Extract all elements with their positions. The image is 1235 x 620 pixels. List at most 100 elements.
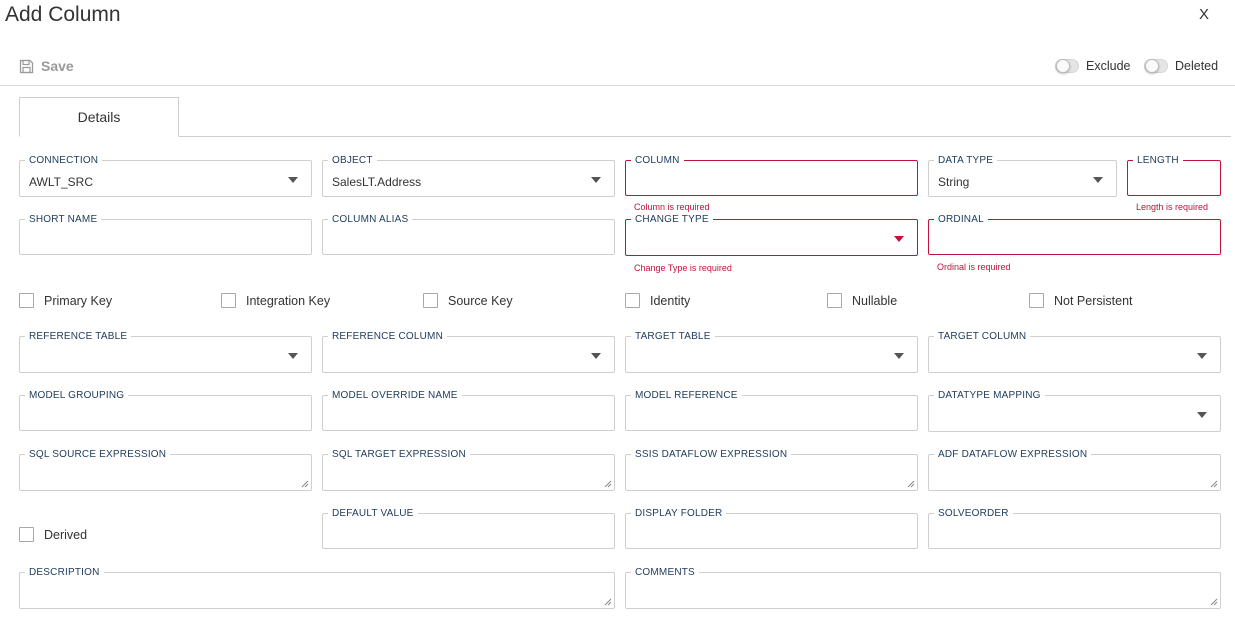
- column-alias-input[interactable]: COLUMN ALIAS: [322, 214, 615, 255]
- checkbox-label: Nullable: [852, 293, 898, 308]
- derived-checkbox[interactable]: Derived: [19, 527, 87, 542]
- resize-grip-icon[interactable]: [907, 480, 915, 488]
- checkbox-label: Not Persistent: [1054, 293, 1133, 308]
- resize-grip-icon[interactable]: [301, 480, 309, 488]
- change-type-error: Change Type is required: [634, 263, 732, 273]
- dialog-title: Add Column: [5, 3, 121, 26]
- field-label: ADF DATAFLOW EXPRESSION: [934, 449, 1092, 460]
- field-label: DEFAULT VALUE: [328, 508, 418, 519]
- model-override-name-input[interactable]: MODEL OVERRIDE NAME: [322, 390, 615, 431]
- target-column-select[interactable]: TARGET COLUMN: [928, 331, 1221, 373]
- description-textarea[interactable]: DESCRIPTION: [19, 567, 615, 609]
- column-error: Column is required: [634, 202, 710, 212]
- chevron-down-icon: [894, 236, 904, 242]
- field-label: MODEL REFERENCE: [631, 390, 742, 401]
- default-value-input[interactable]: DEFAULT VALUE: [322, 508, 615, 549]
- field-label: MODEL OVERRIDE NAME: [328, 390, 462, 401]
- field-label: ORDINAL: [934, 214, 988, 225]
- adf-dataflow-expression-textarea[interactable]: ADF DATAFLOW EXPRESSION: [928, 449, 1221, 491]
- solveorder-input[interactable]: SOLVEORDER: [928, 508, 1221, 549]
- checkbox-label: Source Key: [448, 293, 513, 308]
- field-label: DISPLAY FOLDER: [631, 508, 727, 519]
- checkbox-label: Integration Key: [246, 293, 331, 308]
- model-grouping-input[interactable]: MODEL GROUPING: [19, 390, 312, 431]
- field-value: SalesLT.Address: [332, 175, 422, 189]
- toolbar-divider: [0, 85, 1235, 86]
- field-label: REFERENCE COLUMN: [328, 331, 447, 342]
- primary-key-checkbox[interactable]: Primary Key: [19, 293, 112, 308]
- chevron-down-icon: [591, 353, 601, 359]
- change-type-select[interactable]: CHANGE TYPE: [625, 214, 918, 256]
- tab-details[interactable]: Details: [19, 97, 179, 137]
- field-value: AWLT_SRC: [29, 175, 94, 189]
- nullable-checkbox[interactable]: Nullable: [827, 293, 897, 308]
- checkbox-box[interactable]: [423, 293, 438, 308]
- source-key-checkbox[interactable]: Source Key: [423, 293, 513, 308]
- deleted-label: Deleted: [1175, 59, 1219, 73]
- ordinal-input[interactable]: ORDINAL: [928, 214, 1221, 255]
- resize-grip-icon[interactable]: [1210, 598, 1218, 606]
- model-reference-input[interactable]: MODEL REFERENCE: [625, 390, 918, 431]
- field-label: COLUMN ALIAS: [328, 214, 413, 225]
- field-label: MODEL GROUPING: [25, 390, 129, 401]
- field-label: SQL TARGET EXPRESSION: [328, 449, 470, 460]
- target-table-select[interactable]: TARGET TABLE: [625, 331, 918, 373]
- chevron-down-icon: [591, 177, 601, 183]
- save-label: Save: [41, 58, 74, 74]
- chevron-down-icon: [288, 177, 298, 183]
- display-folder-input[interactable]: DISPLAY FOLDER: [625, 508, 918, 549]
- data-type-select[interactable]: DATA TYPE String: [928, 155, 1117, 197]
- field-label: SQL SOURCE EXPRESSION: [25, 449, 171, 460]
- integration-key-checkbox[interactable]: Integration Key: [221, 293, 330, 308]
- checkbox-box[interactable]: [221, 293, 236, 308]
- ordinal-error: Ordinal is required: [937, 262, 1011, 272]
- identity-checkbox[interactable]: Identity: [625, 293, 690, 308]
- field-label: COLUMN: [631, 155, 684, 166]
- resize-grip-icon[interactable]: [604, 480, 612, 488]
- field-label: SOLVEORDER: [934, 508, 1013, 519]
- resize-grip-icon[interactable]: [1210, 480, 1218, 488]
- checkbox-label: Primary Key: [44, 293, 113, 308]
- chevron-down-icon: [288, 353, 298, 359]
- comments-textarea[interactable]: COMMENTS: [625, 567, 1221, 609]
- resize-grip-icon[interactable]: [604, 598, 612, 606]
- checkbox-box[interactable]: [625, 293, 640, 308]
- checkbox-box[interactable]: [19, 527, 34, 542]
- object-select[interactable]: OBJECT SalesLT.Address: [322, 155, 615, 197]
- field-label: OBJECT: [328, 155, 377, 166]
- chevron-down-icon: [1197, 412, 1207, 418]
- sql-source-expression-textarea[interactable]: SQL SOURCE EXPRESSION: [19, 449, 312, 491]
- exclude-label: Exclude: [1086, 59, 1131, 73]
- toggle-knob: [1056, 59, 1070, 73]
- not-persistent-checkbox[interactable]: Not Persistent: [1029, 293, 1133, 308]
- length-input[interactable]: LENGTH: [1127, 155, 1221, 196]
- column-input[interactable]: COLUMN: [625, 155, 918, 196]
- save-button[interactable]: Save: [19, 58, 74, 74]
- tab-bar: Details: [19, 97, 1231, 137]
- checkbox-box[interactable]: [827, 293, 842, 308]
- connection-select[interactable]: CONNECTION AWLT_SRC: [19, 155, 312, 197]
- checkbox-label: Identity: [650, 293, 691, 308]
- field-label: SHORT NAME: [25, 214, 102, 225]
- reference-table-select[interactable]: REFERENCE TABLE: [19, 331, 312, 373]
- sql-target-expression-textarea[interactable]: SQL TARGET EXPRESSION: [322, 449, 615, 491]
- field-label: COMMENTS: [631, 567, 699, 578]
- close-button[interactable]: X: [1199, 6, 1209, 23]
- reference-column-select[interactable]: REFERENCE COLUMN: [322, 331, 615, 373]
- datatype-mapping-select[interactable]: DATATYPE MAPPING: [928, 390, 1221, 432]
- field-label: CONNECTION: [25, 155, 103, 166]
- field-label: TARGET TABLE: [631, 331, 715, 342]
- field-label: TARGET COLUMN: [934, 331, 1031, 342]
- exclude-toggle[interactable]: [1055, 59, 1079, 73]
- field-label: DESCRIPTION: [25, 567, 104, 578]
- field-label: CHANGE TYPE: [631, 214, 713, 225]
- length-error: Length is required: [1136, 202, 1209, 212]
- chevron-down-icon: [1197, 353, 1207, 359]
- checkbox-label: Derived: [44, 527, 88, 542]
- chevron-down-icon: [894, 353, 904, 359]
- short-name-input[interactable]: SHORT NAME: [19, 214, 312, 255]
- deleted-toggle[interactable]: [1144, 59, 1168, 73]
- ssis-dataflow-expression-textarea[interactable]: SSIS DATAFLOW EXPRESSION: [625, 449, 918, 491]
- checkbox-box[interactable]: [1029, 293, 1044, 308]
- checkbox-box[interactable]: [19, 293, 34, 308]
